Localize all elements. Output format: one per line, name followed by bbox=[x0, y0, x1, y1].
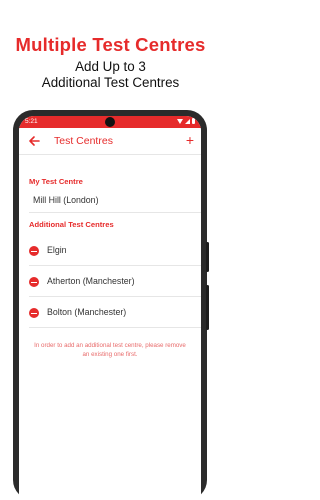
promo-title: Multiple Test Centres bbox=[15, 34, 206, 55]
row-divider bbox=[29, 296, 201, 297]
status-time: 5:21 bbox=[25, 118, 38, 125]
limit-notice: In order to add an additional test centr… bbox=[34, 342, 186, 358]
app-bar: Test Centres + bbox=[19, 128, 201, 155]
list-item[interactable]: Bolton (Manchester) bbox=[29, 298, 201, 328]
wifi-icon bbox=[177, 118, 183, 124]
promo-subtitle-line2: Additional Test Centres bbox=[41, 75, 180, 90]
list-item-label: Elgin bbox=[47, 245, 67, 255]
app-title: Test Centres bbox=[54, 135, 113, 147]
my-centre-value: Mill Hill (London) bbox=[33, 195, 99, 205]
minus-circle-icon[interactable] bbox=[29, 277, 39, 287]
row-divider bbox=[29, 265, 201, 266]
divider bbox=[29, 212, 201, 213]
list-item[interactable]: Atherton (Manchester) bbox=[29, 267, 201, 297]
signal-icon bbox=[185, 118, 190, 124]
list-item-label: Bolton (Manchester) bbox=[47, 307, 127, 317]
camera-cutout bbox=[105, 117, 115, 127]
list-item-label: Atherton (Manchester) bbox=[47, 276, 135, 286]
my-centre-label: My Test Centre bbox=[29, 177, 83, 186]
additional-centres-label: Additional Test Centres bbox=[29, 220, 114, 229]
status-icons bbox=[177, 118, 195, 124]
power-button bbox=[206, 285, 209, 330]
promo-subtitle: Add Up to 3 Additional Test Centres bbox=[0, 59, 221, 91]
list-item[interactable]: Elgin bbox=[29, 236, 201, 266]
volume-button bbox=[206, 242, 209, 272]
arrow-left-icon[interactable] bbox=[27, 134, 41, 148]
app-screen: 5:21 Test Centres + My Test Centre Mill … bbox=[19, 116, 201, 500]
plus-icon[interactable]: + bbox=[186, 133, 194, 147]
row-divider bbox=[29, 327, 201, 328]
phone-frame: 5:21 Test Centres + My Test Centre Mill … bbox=[13, 110, 209, 500]
minus-circle-icon[interactable] bbox=[29, 308, 39, 318]
status-bar: 5:21 bbox=[19, 116, 201, 128]
battery-icon bbox=[192, 118, 195, 124]
promo-subtitle-line1: Add Up to 3 bbox=[75, 59, 146, 74]
minus-circle-icon[interactable] bbox=[29, 246, 39, 256]
